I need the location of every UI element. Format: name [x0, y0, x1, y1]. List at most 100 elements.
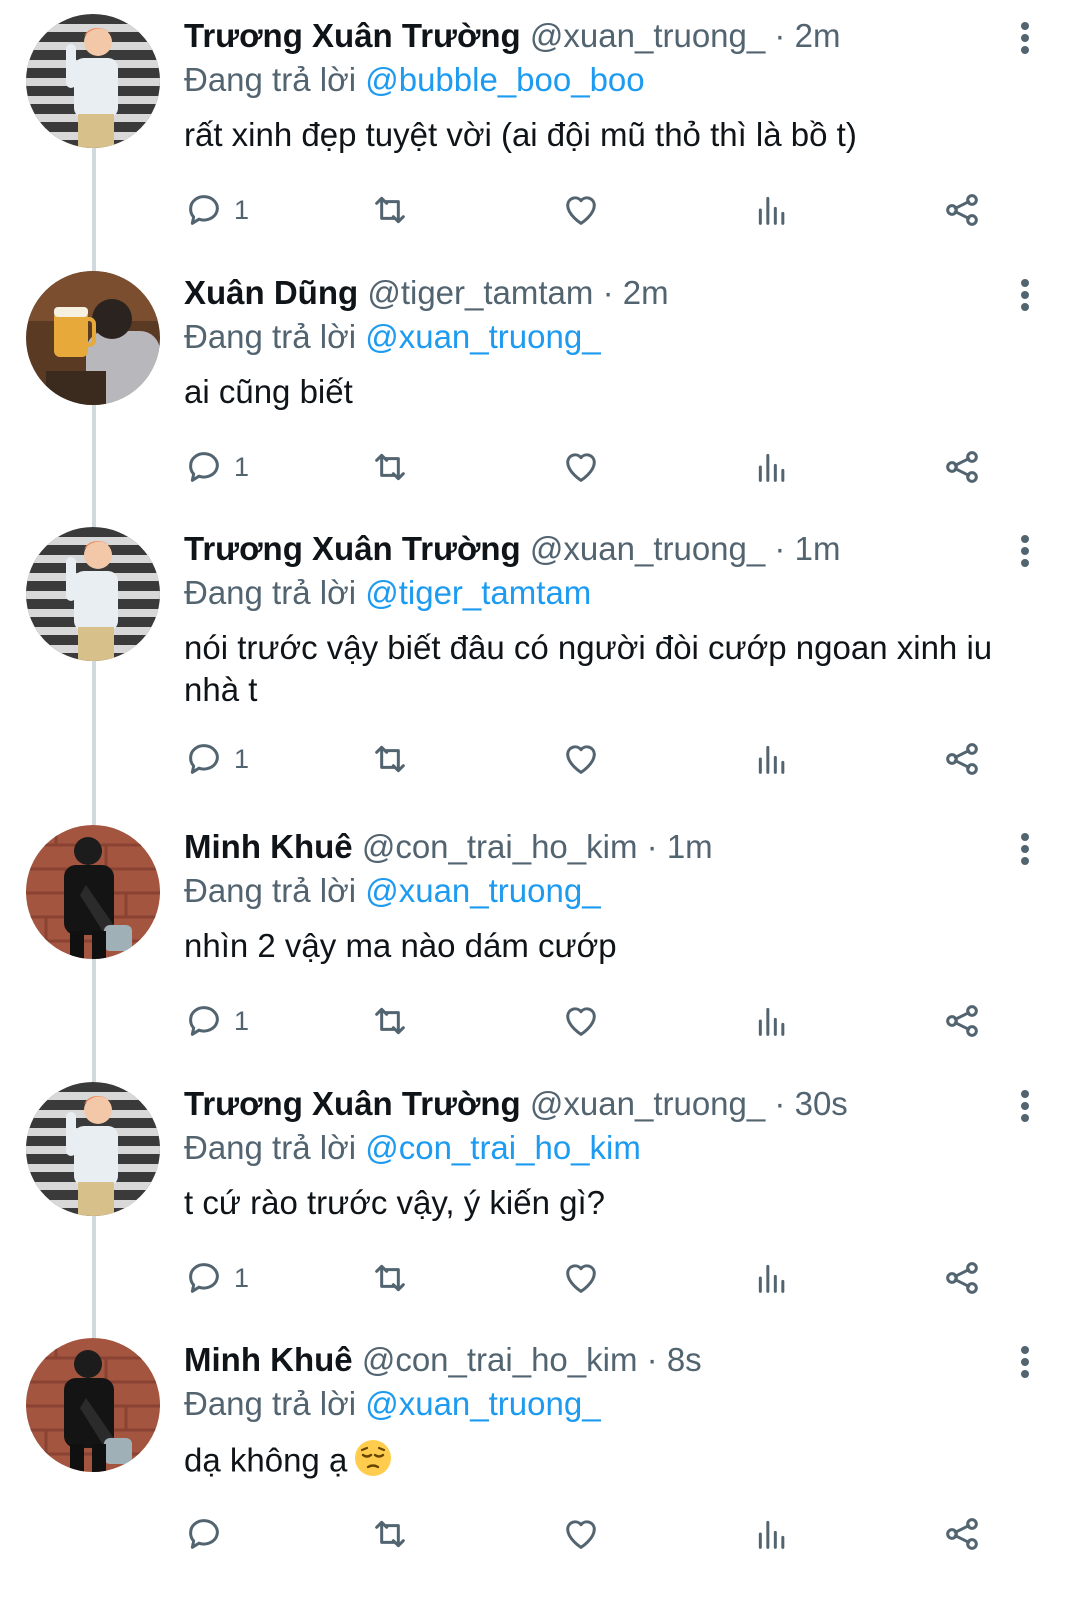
share-button[interactable] — [942, 999, 982, 1043]
tweet-header: Minh Khuê @con_trai_ho_kim · 1m — [184, 825, 990, 869]
like-button[interactable] — [561, 999, 601, 1043]
avatar[interactable] — [26, 271, 160, 405]
views-icon — [752, 1514, 792, 1554]
avatar[interactable] — [26, 1338, 160, 1472]
more-dot — [1021, 46, 1029, 54]
timestamp[interactable]: 2m — [795, 17, 841, 54]
like-button[interactable] — [561, 737, 601, 781]
views-button[interactable] — [752, 1512, 792, 1556]
reply-icon — [184, 1258, 224, 1298]
replying-to-mention-link[interactable]: @tiger_tamtam — [365, 574, 591, 611]
more-options-icon[interactable] — [1010, 1342, 1040, 1382]
retweet-icon — [370, 1258, 410, 1298]
more-options-icon[interactable] — [1010, 275, 1040, 315]
tweet[interactable]: Minh Khuê @con_trai_ho_kim · 8s Đang trả … — [0, 1324, 1080, 1590]
user-handle[interactable]: @con_trai_ho_kim — [362, 828, 638, 865]
like-button[interactable] — [561, 188, 601, 232]
separator-dot: · — [774, 530, 786, 567]
more-options-icon[interactable] — [1010, 1086, 1040, 1126]
user-handle[interactable]: @xuan_truong_ — [530, 17, 765, 54]
replying-to-mention-link[interactable]: @xuan_truong_ — [365, 1385, 600, 1422]
more-options-icon[interactable] — [1010, 829, 1040, 869]
avatar[interactable] — [26, 14, 160, 148]
views-button[interactable] — [752, 1256, 792, 1300]
share-button[interactable] — [942, 445, 982, 489]
timestamp[interactable]: 8s — [667, 1341, 702, 1378]
retweet-button[interactable] — [370, 999, 410, 1043]
timestamp[interactable]: 1m — [795, 530, 841, 567]
more-options-icon[interactable] — [1010, 531, 1040, 571]
more-dot — [1021, 1358, 1029, 1366]
replying-to-mention-link[interactable]: @con_trai_ho_kim — [365, 1129, 641, 1166]
more-dot — [1021, 559, 1029, 567]
tweet[interactable]: Xuân Dũng @tiger_tamtam · 2m Đang trả lời… — [0, 257, 1080, 527]
retweet-button[interactable] — [370, 737, 410, 781]
display-name[interactable]: Minh Khuê — [184, 828, 353, 865]
like-button[interactable] — [561, 1512, 601, 1556]
share-icon — [942, 190, 982, 230]
user-handle[interactable]: @xuan_truong_ — [530, 530, 765, 567]
more-dot — [1021, 833, 1029, 841]
retweet-icon — [370, 447, 410, 487]
replying-to-mention-link[interactable]: @xuan_truong_ — [365, 872, 600, 909]
separator-dot: · — [774, 17, 786, 54]
display-name[interactable]: Trương Xuân Trường — [184, 17, 521, 54]
avatar[interactable] — [26, 825, 160, 959]
share-button[interactable] — [942, 1256, 982, 1300]
like-icon — [561, 739, 601, 779]
share-button[interactable] — [942, 737, 982, 781]
user-handle[interactable]: @xuan_truong_ — [530, 1085, 765, 1122]
display-name[interactable]: Xuân Dũng — [184, 274, 358, 311]
timestamp[interactable]: 30s — [795, 1085, 848, 1122]
user-handle[interactable]: @tiger_tamtam — [367, 274, 593, 311]
tweet-text-content: rất xinh đẹp tuyệt vời (ai đội mũ thỏ th… — [184, 116, 857, 153]
tweet[interactable]: Trương Xuân Trường @xuan_truong_ · 1m Đan… — [0, 513, 1080, 825]
reply-button[interactable]: 1 — [184, 188, 249, 232]
reply-button[interactable]: 1 — [184, 999, 249, 1043]
like-icon — [561, 190, 601, 230]
reply-count: 1 — [234, 743, 250, 774]
reply-button[interactable]: 1 — [184, 737, 249, 781]
views-button[interactable] — [752, 188, 792, 232]
like-button[interactable] — [561, 445, 601, 489]
avatar[interactable] — [26, 1082, 160, 1216]
retweet-button[interactable] — [370, 445, 410, 489]
display-name[interactable]: Trương Xuân Trường — [184, 530, 521, 567]
display-name[interactable]: Trương Xuân Trường — [184, 1085, 521, 1122]
share-button[interactable] — [942, 1512, 982, 1556]
user-handle[interactable]: @con_trai_ho_kim — [362, 1341, 638, 1378]
more-options-icon[interactable] — [1010, 18, 1040, 58]
reply-count: 1 — [234, 1005, 250, 1036]
views-button[interactable] — [752, 737, 792, 781]
reply-count: 1 — [234, 451, 250, 482]
reply-button[interactable]: 1 — [184, 445, 249, 489]
share-icon — [942, 1514, 982, 1554]
replying-to: Đang trả lời @tiger_tamtam — [184, 571, 591, 615]
reply-button[interactable] — [184, 1512, 224, 1556]
tweet[interactable]: Trương Xuân Trường @xuan_truong_ · 2m Đan… — [0, 0, 1080, 271]
like-icon — [561, 1001, 601, 1041]
replying-to-mention-link[interactable]: @xuan_truong_ — [365, 318, 600, 355]
like-icon — [561, 1514, 601, 1554]
retweet-button[interactable] — [370, 1512, 410, 1556]
views-button[interactable] — [752, 445, 792, 489]
replying-to-label: Đang trả lời — [184, 318, 357, 355]
timestamp[interactable]: 2m — [623, 274, 669, 311]
tweet[interactable]: Trương Xuân Trường @xuan_truong_ · 30s Đa… — [0, 1068, 1080, 1338]
timestamp[interactable]: 1m — [667, 828, 713, 865]
replying-to-mention-link[interactable]: @bubble_boo_boo — [365, 61, 644, 98]
views-button[interactable] — [752, 999, 792, 1043]
reply-button[interactable]: 1 — [184, 1256, 249, 1300]
views-icon — [752, 190, 792, 230]
retweet-button[interactable] — [370, 188, 410, 232]
share-button[interactable] — [942, 188, 982, 232]
more-dot — [1021, 535, 1029, 543]
tweet-text: t cứ rào trước vậy, ý kiến gì? — [184, 1182, 1034, 1224]
retweet-button[interactable] — [370, 1256, 410, 1300]
tweet[interactable]: Minh Khuê @con_trai_ho_kim · 1m Đang trả … — [0, 811, 1080, 1082]
avatar[interactable] — [26, 527, 160, 661]
display-name[interactable]: Minh Khuê — [184, 1341, 353, 1378]
like-button[interactable] — [561, 1256, 601, 1300]
more-dot — [1021, 22, 1029, 30]
tweet-actions: 1 — [184, 1256, 1024, 1300]
